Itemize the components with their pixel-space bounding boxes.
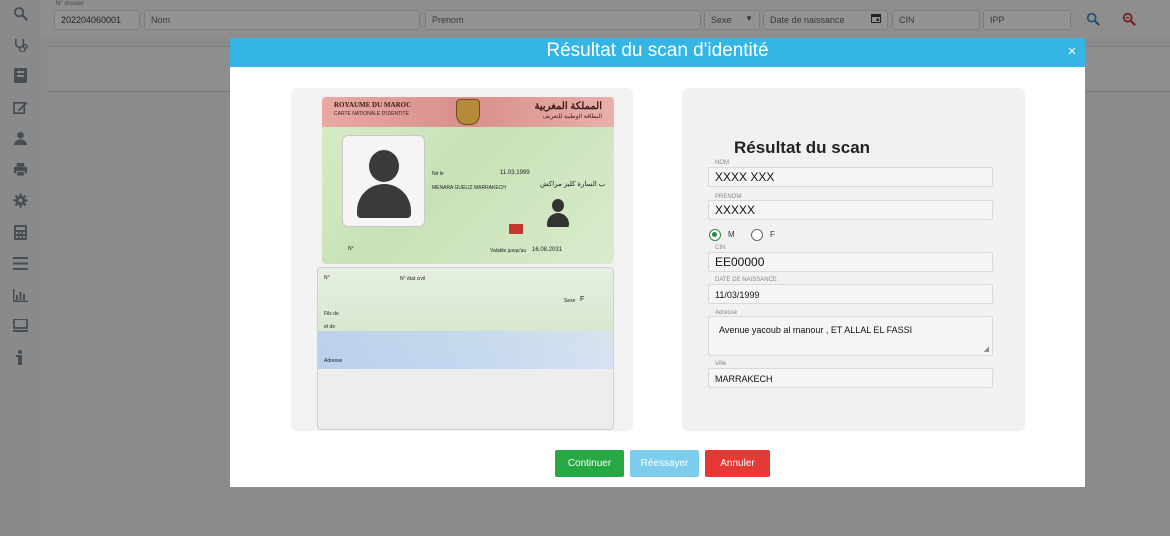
sexe-f-label: F [770,230,775,239]
retry-button[interactable]: Réessayer [630,450,699,477]
card-back-band [318,331,613,369]
naissance-label: DATE DE NAISSANCE [715,277,777,283]
cancel-button[interactable]: Annuler [705,450,770,477]
dossier-label: N° dossier [56,1,84,7]
card-title-ar: البطاقة الوطنية للتعريف [542,114,602,120]
avatar-head [369,150,399,182]
adresse-textarea[interactable]: Avenue yacoub al manour , ET ALLAL EL FA… [708,316,993,356]
sexe-select-label: Sexe [711,15,732,25]
date-naissance-field[interactable]: Date de naissance [763,10,888,30]
card-back-address-label: Adresse [324,358,343,364]
nom-label: NOM [715,160,729,166]
scan-result-form: Résultat du scan NOM XXXX XXX PRENOM XXX… [682,88,1025,431]
card-title-fr: CARTE NATIONALE D'IDENTITE [334,111,409,117]
birth-label: Né le [432,171,444,177]
nom-input[interactable]: XXXX XXX [708,167,993,187]
cin-label: CIN [715,245,726,251]
ghost-photo-body [547,213,569,227]
user-icon[interactable] [11,129,29,147]
scan-result-modal: Résultat du scan d'identité × ROYAUME DU… [230,38,1085,487]
printer-icon[interactable] [11,160,29,178]
info-icon[interactable] [11,348,29,366]
back-sex-value: F [580,296,585,303]
prenom-input[interactable]: XXXXX [708,200,993,220]
edit-icon[interactable] [11,98,29,116]
sexe-m-radio[interactable] [709,229,721,241]
coat-of-arms-icon [456,99,480,125]
cin-field[interactable]: CIN [892,10,980,30]
search-icon[interactable] [11,4,29,22]
naissance-input[interactable]: 11/03/1999 [708,284,993,304]
expiry-label: Valable jusqu'au [490,248,527,254]
list-icon[interactable] [11,254,29,272]
id-card-image-panel: ROYAUME DU MAROC CARTE NATIONALE D'IDENT… [291,88,633,431]
card-number-label: N° [348,246,354,252]
back-sex-label: Sexe [564,298,576,304]
civil-status-label: N° état civil [400,276,426,282]
card-back-lower [318,369,613,429]
ipp-field[interactable]: IPP [983,10,1071,30]
prenom-field[interactable]: Prenom [425,10,701,30]
kingdom-ar: المملكة المغربية [534,101,602,112]
clear-search-icon[interactable] [1122,12,1136,29]
search-icon[interactable] [1086,12,1100,29]
modal-header: Résultat du scan d'identité × [230,38,1085,67]
id-card-front: ROYAUME DU MAROC CARTE NATIONALE D'IDENT… [322,97,614,264]
ville-input[interactable]: MARRAKECH [708,368,993,388]
father-label: Fils de [324,311,339,317]
flag-icon [509,224,523,234]
cin-input[interactable]: EE00000 [708,252,993,272]
nom-field[interactable]: Nom [144,10,420,30]
expiry-date: 16.08.2031 [532,247,563,253]
calendar-icon[interactable] [871,13,881,26]
card-back-number-label: N° [324,275,330,281]
ghost-photo-head [552,199,564,212]
chevron-down-icon: ▼ [745,14,753,23]
sexe-select[interactable]: Sexe ▼ [704,10,760,30]
id-photo [342,135,425,227]
calculator-icon[interactable] [11,223,29,241]
birth-place-ar: ب السارة كليز مراكش [540,181,606,188]
sidebar [0,0,40,536]
mother-label: et de [324,324,336,330]
adresse-value: Avenue yacoub al manour , ET ALLAL EL FA… [719,325,913,335]
patient-file-icon[interactable] [11,66,29,84]
bar-chart-icon[interactable] [11,286,29,304]
modal-title: Résultat du scan d'identité [546,40,769,61]
resize-grip-icon[interactable]: ◢ [984,345,989,353]
sexe-m-label: M [728,230,735,239]
date-naissance-placeholder: Date de naissance [770,15,845,25]
birth-date: 11.03.1999 [500,170,530,176]
ghost-photo [544,197,572,231]
ville-label: Ville [715,361,727,367]
patient-search-bar: N° dossier 202204060001 Nom Prenom Sexe … [40,0,1170,38]
dossier-field[interactable]: 202204060001 [54,10,140,30]
close-icon[interactable]: × [1065,44,1079,59]
scan-result-title: Résultat du scan [734,138,871,157]
sexe-f-radio[interactable] [751,229,763,241]
birth-place: MENARA GUELIZ MARRAKECH [432,185,506,191]
kingdom-fr: ROYAUME DU MAROC [334,101,412,109]
stethoscope-icon[interactable] [11,35,29,53]
avatar-body [357,184,411,218]
id-card-back: N° N° état civil Sexe F Fils de et de Ad… [317,267,614,430]
gear-icon[interactable] [11,191,29,209]
continue-button[interactable]: Continuer [555,450,624,477]
monitor-icon[interactable] [11,317,29,335]
